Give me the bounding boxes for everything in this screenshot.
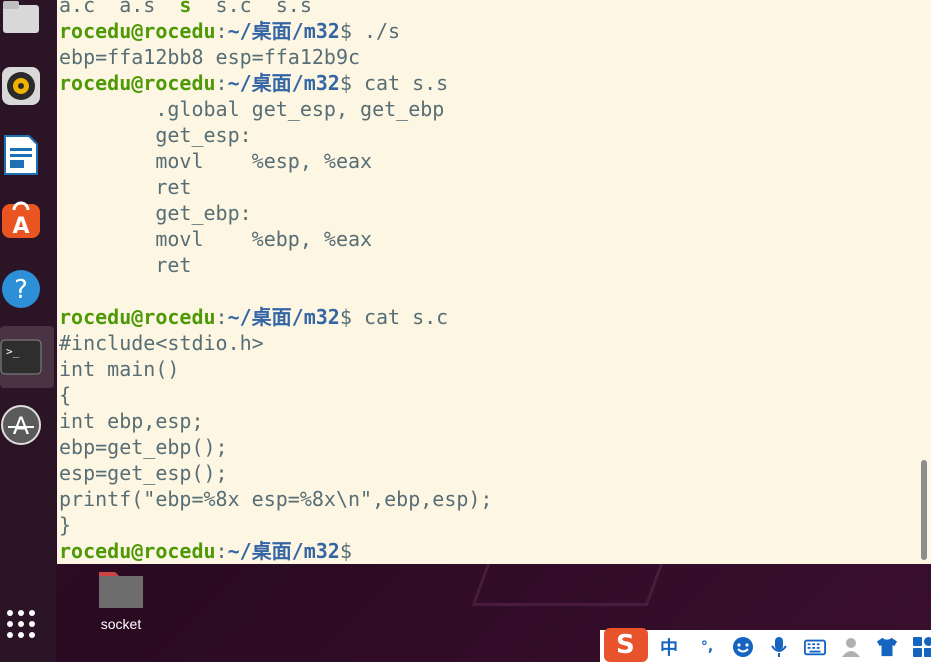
output-line: get_esp: (59, 123, 252, 147)
rhythmbox-icon[interactable] (0, 65, 42, 107)
output-line: } (59, 513, 72, 537)
skin-icon[interactable] (876, 636, 898, 658)
prompt-command: cat s.c (363, 305, 449, 329)
software-icon[interactable]: A (0, 199, 42, 241)
output-line: .global get_esp, get_ebp (59, 97, 445, 121)
output-line: ebp=ffa12bb8 esp=ffa12b9c (59, 45, 361, 69)
output-line: #include<stdio.h> (59, 331, 264, 355)
prompt-path: ~/桌面/m32 (227, 19, 340, 43)
desktop-folder-socket[interactable]: socket (92, 566, 150, 632)
ls-output-line: a.c a.s s s.c s.s (59, 0, 312, 18)
svg-text:>_: >_ (6, 345, 20, 358)
sogou-icon[interactable]: S (604, 628, 648, 662)
output-line: printf("ebp=%8x esp=%8x\n",ebp,esp); (59, 487, 493, 511)
output-line: ret (59, 175, 192, 199)
prompt-command: cat s.s (363, 71, 449, 95)
show-apps-icon[interactable] (0, 603, 42, 645)
user-icon[interactable] (840, 636, 862, 658)
prompt-colon: : (215, 19, 228, 43)
files-icon[interactable] (0, 0, 42, 38)
prompt-line: rocedu@rocedu:~/桌面/m32$ cat s.s (59, 70, 448, 96)
output-line: int main() (59, 357, 180, 381)
prompt-user: rocedu@rocedu (59, 71, 216, 95)
prompt-dollar: $ (339, 539, 352, 563)
prompt-dollar: $ (339, 19, 364, 43)
output-line: int ebp,esp; (59, 409, 204, 433)
terminal-icon[interactable]: >_ (0, 336, 42, 378)
prompt-line: rocedu@rocedu:~/桌面/m32$ ./s (59, 18, 400, 44)
prompt-path: ~/桌面/m32 (227, 305, 340, 329)
svg-text:?: ? (14, 275, 28, 305)
output-line: get_ebp: (59, 201, 252, 225)
writer-icon[interactable] (0, 134, 42, 176)
prompt-line: rocedu@rocedu:~/桌面/m32$ (59, 538, 352, 564)
keyboard-icon[interactable] (804, 636, 826, 658)
emoji-icon[interactable] (732, 636, 754, 658)
output-line: movl %esp, %eax (59, 149, 373, 173)
prompt-command: ./s (363, 19, 401, 43)
prompt-dollar: $ (339, 305, 364, 329)
toolbox-icon[interactable] (912, 636, 931, 658)
prompt-line: rocedu@rocedu:~/桌面/m32$ cat s.c (59, 304, 448, 330)
output-line: { (59, 383, 72, 407)
ls-files-rest: s.c s.s (191, 0, 312, 17)
dock: A ? >_ A (0, 0, 56, 662)
ime-punct-toggle[interactable]: °, (696, 636, 718, 658)
microphone-icon[interactable] (768, 636, 790, 658)
prompt-user: rocedu@rocedu (59, 305, 216, 329)
ls-executable: s (179, 0, 192, 17)
prompt-user: rocedu@rocedu (59, 539, 216, 563)
ls-files: a.c a.s (59, 0, 180, 17)
scrollbar[interactable] (921, 460, 927, 560)
ime-toolbar: S 中 °, (600, 628, 931, 662)
help-icon[interactable]: ? (0, 268, 42, 310)
prompt-colon: : (215, 539, 228, 563)
terminal-window[interactable]: a.c a.s s s.c s.s rocedu@rocedu:~/桌面/m32$… (57, 0, 931, 564)
folder-label: socket (100, 616, 142, 632)
ime-lang-toggle[interactable]: 中 (658, 636, 680, 659)
svg-text:A: A (12, 214, 29, 239)
wallpaper-shape (471, 560, 665, 606)
prompt-path: ~/桌面/m32 (227, 71, 340, 95)
prompt-path: ~/桌面/m32 (227, 539, 340, 563)
prompt-user: rocedu@rocedu (59, 19, 216, 43)
output-line: ret (59, 253, 192, 277)
prompt-colon: : (215, 305, 228, 329)
output-line: esp=get_esp(); (59, 461, 228, 485)
output-line: ebp=get_ebp(); (59, 435, 228, 459)
output-line: movl %ebp, %eax (59, 227, 373, 251)
prompt-dollar: $ (339, 71, 364, 95)
folder-icon (99, 572, 143, 608)
prompt-colon: : (215, 71, 228, 95)
updater-icon[interactable]: A (0, 404, 42, 446)
